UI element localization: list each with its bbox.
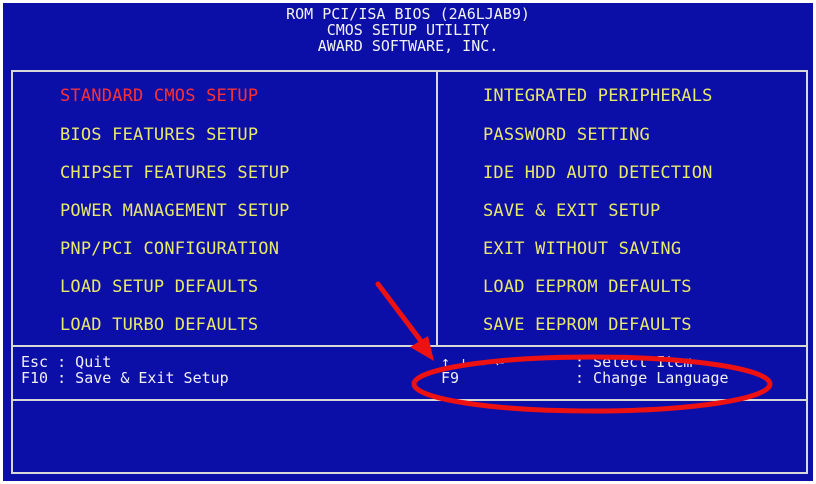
menu-item-exit-without-saving[interactable]: EXIT WITHOUT SAVING bbox=[483, 239, 681, 259]
menu-item-pnp-pci-configuration[interactable]: PNP/PCI CONFIGURATION bbox=[60, 239, 279, 259]
f9-key-hint: F9 bbox=[441, 369, 460, 387]
menu-item-integrated-peripherals[interactable]: INTEGRATED PERIPHERALS bbox=[483, 86, 713, 106]
select-item-hint: : Select Item bbox=[575, 353, 693, 371]
change-language-hint: : Change Language bbox=[575, 369, 729, 387]
vendor-name: AWARD SOFTWARE, INC. bbox=[317, 37, 499, 55]
menu-item-bios-features-setup[interactable]: BIOS FEATURES SETUP bbox=[60, 125, 258, 145]
menu-frame: STANDARD CMOS SETUP BIOS FEATURES SETUP … bbox=[11, 70, 808, 474]
menu-item-chipset-features-setup[interactable]: CHIPSET FEATURES SETUP bbox=[60, 163, 290, 183]
bios-screen: ROM PCI/ISA BIOS (2A6LJAB9) CMOS SETUP U… bbox=[3, 3, 813, 481]
bios-version: ROM PCI/ISA BIOS (2A6LJAB9) bbox=[286, 5, 530, 23]
key-help-panel: Esc : Quit F10 : Save & Exit Setup ↑ ↓ →… bbox=[13, 347, 806, 401]
menu-item-load-turbo-defaults[interactable]: LOAD TURBO DEFAULTS bbox=[60, 315, 258, 335]
menu-item-ide-hdd-auto-detection[interactable]: IDE HDD AUTO DETECTION bbox=[483, 163, 713, 183]
utility-title: CMOS SETUP UTILITY bbox=[326, 21, 490, 39]
menu-area: STANDARD CMOS SETUP BIOS FEATURES SETUP … bbox=[13, 72, 806, 347]
menu-item-save-eeprom-defaults[interactable]: SAVE EEPROM DEFAULTS bbox=[483, 315, 692, 335]
menu-item-power-management-setup[interactable]: POWER MANAGEMENT SETUP bbox=[60, 201, 290, 221]
menu-item-load-setup-defaults[interactable]: LOAD SETUP DEFAULTS bbox=[60, 277, 258, 297]
menu-item-save-exit-setup[interactable]: SAVE & EXIT SETUP bbox=[483, 201, 660, 221]
column-divider bbox=[436, 72, 438, 345]
status-bar bbox=[13, 401, 806, 472]
esc-quit-hint: Esc : Quit bbox=[21, 353, 112, 371]
menu-item-standard-cmos-setup[interactable]: STANDARD CMOS SETUP bbox=[60, 86, 258, 106]
menu-item-load-eeprom-defaults[interactable]: LOAD EEPROM DEFAULTS bbox=[483, 277, 692, 297]
f10-save-exit-hint: F10 : Save & Exit Setup bbox=[21, 369, 229, 387]
bios-header: ROM PCI/ISA BIOS (2A6LJAB9) CMOS SETUP U… bbox=[3, 3, 813, 67]
arrow-keys-icon: ↑ ↓ → ← bbox=[441, 353, 505, 371]
menu-item-password-setting[interactable]: PASSWORD SETTING bbox=[483, 125, 650, 145]
